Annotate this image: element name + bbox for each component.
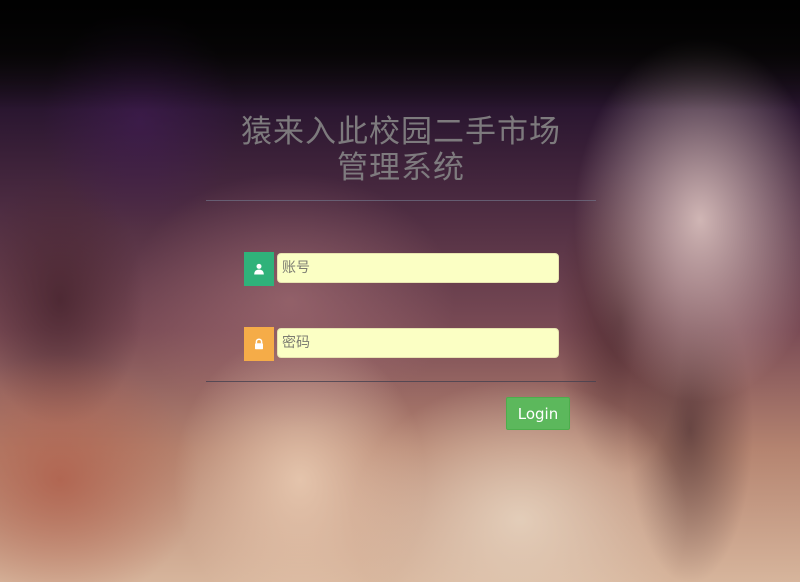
form-divider (206, 381, 596, 382)
title-divider (206, 200, 596, 201)
password-row (244, 327, 560, 361)
login-button[interactable]: Login (506, 397, 570, 430)
password-input[interactable] (277, 328, 559, 358)
page-title: 猿来入此校园二手市场 管理系统 (206, 114, 596, 186)
page-title-line-2: 管理系统 (337, 150, 465, 186)
background-top-shade (0, 0, 800, 582)
username-input[interactable] (277, 253, 559, 283)
username-row (244, 252, 560, 286)
page-title-line-1: 猿来入此校园二手市场 (241, 114, 561, 150)
lock-icon (244, 327, 274, 361)
user-icon (244, 252, 274, 286)
